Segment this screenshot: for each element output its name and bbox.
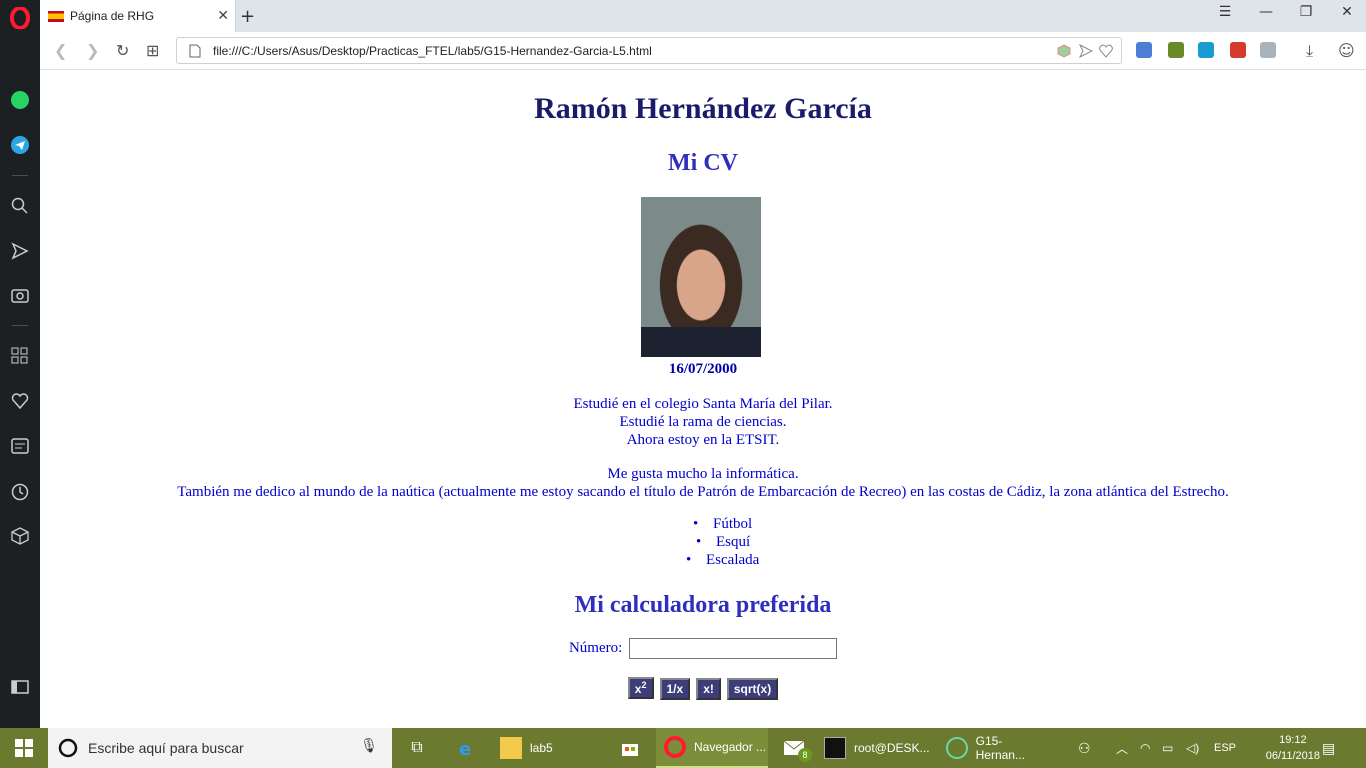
- sidebar-separator: [12, 325, 28, 326]
- notifications-icon[interactable]: ▤: [1322, 728, 1335, 768]
- cv-heading: Mi CV: [668, 150, 738, 176]
- tab-strip: Página de RHG ✕ + ☰ — ❐ ✕: [40, 0, 1366, 32]
- mail-badge: 8: [798, 748, 812, 762]
- url-text: file:///C:/Users/Asus/Desktop/Practicas_…: [213, 44, 652, 58]
- taskbar-search-box[interactable]: Escribe aquí para buscar 🎙: [48, 728, 392, 768]
- send-icon[interactable]: [8, 239, 32, 263]
- browser-tab[interactable]: Página de RHG ✕: [40, 0, 236, 32]
- translate-extension-icon[interactable]: [1136, 42, 1152, 58]
- calculator-buttons: x2 1/x x! sqrt(x): [40, 677, 1366, 700]
- system-clock[interactable]: 19:12 06/11/2018: [1266, 732, 1320, 764]
- svg-text:e: e: [459, 739, 471, 758]
- restore-icon[interactable]: ❐: [1291, 4, 1321, 20]
- factorial-button[interactable]: x!: [696, 678, 721, 700]
- camera-icon[interactable]: [8, 283, 32, 307]
- square-button[interactable]: x2: [627, 677, 654, 699]
- opera-sidebar: [0, 0, 40, 728]
- number-field-row: Número:: [40, 638, 1366, 659]
- store-icon[interactable]: [612, 728, 648, 768]
- start-button[interactable]: [0, 728, 48, 768]
- hobbies-list: Fútbol Esquí Escalada: [680, 516, 759, 570]
- news-icon[interactable]: [8, 434, 32, 458]
- address-toolbar: ❮ ❯ ↻ ⊞ file:///C:/Users/Asus/Desktop/Pr…: [40, 32, 1366, 70]
- heart-icon[interactable]: [8, 389, 32, 413]
- page-content: Ramón Hernández García Mi CV 16/07/2000 …: [40, 70, 1366, 728]
- bio-line: Estudié la rama de ciencias.: [619, 414, 787, 430]
- red-extension-icon[interactable]: [1230, 42, 1246, 58]
- number-input[interactable]: [629, 638, 838, 659]
- check-extension-icon[interactable]: [1198, 42, 1214, 58]
- number-label: Número:: [568, 639, 623, 656]
- search-placeholder: Escribe aquí para buscar: [88, 740, 244, 756]
- language-indicator[interactable]: ESP: [1214, 728, 1236, 768]
- terminal-icon: [824, 737, 846, 759]
- people-icon[interactable]: ⚇: [1078, 728, 1091, 768]
- account-icon[interactable]: ☺: [1338, 41, 1355, 60]
- task-view-icon[interactable]: ⧉: [402, 728, 432, 768]
- new-tab-icon[interactable]: +: [240, 6, 255, 27]
- tab-title: Página de RHG: [70, 9, 155, 23]
- send-page-icon[interactable]: [1079, 44, 1093, 58]
- speed-dial-icon[interactable]: [8, 344, 32, 368]
- mail-icon[interactable]: 8: [776, 728, 812, 768]
- page-title: Ramón Hernández García: [534, 92, 872, 125]
- folder-icon: [500, 737, 522, 759]
- cube-icon[interactable]: [1057, 44, 1071, 58]
- list-item: Fútbol: [693, 516, 766, 534]
- opera-icon: [664, 736, 686, 758]
- search-icon[interactable]: [8, 194, 32, 218]
- volume-icon[interactable]: ◁): [1186, 728, 1199, 768]
- opera-logo-icon[interactable]: [8, 6, 32, 30]
- wifi-icon[interactable]: ◠: [1140, 728, 1150, 768]
- close-window-icon[interactable]: ✕: [1332, 4, 1362, 20]
- taskbar-item-terminal[interactable]: root@DESK...: [816, 728, 934, 768]
- taskbar-item-opera[interactable]: Navegador ...: [656, 728, 768, 768]
- telegram-icon[interactable]: [8, 133, 32, 157]
- interest-line: También me dedico al mundo de la naútica…: [177, 484, 1229, 500]
- history-icon[interactable]: [8, 480, 32, 504]
- windows-icon: [15, 739, 33, 757]
- tabs-grid-icon[interactable]: ⊞: [146, 41, 159, 60]
- taskbar-item-atom[interactable]: G15-Hernan...: [938, 728, 1050, 768]
- interest-line: Me gusta mucho la informática.: [607, 466, 799, 482]
- windows-taskbar: Escribe aquí para buscar 🎙 ⧉ e lab5 Nave…: [0, 728, 1366, 768]
- chevron-up-icon[interactable]: ︿: [1116, 728, 1128, 768]
- forward-icon[interactable]: ❯: [86, 41, 99, 60]
- bee-extension-icon[interactable]: [1168, 42, 1184, 58]
- back-icon[interactable]: ❮: [54, 41, 67, 60]
- page-icon: [189, 44, 201, 58]
- battery-icon[interactable]: ▭: [1162, 728, 1173, 768]
- edge-icon[interactable]: e: [448, 728, 484, 768]
- whatsapp-icon[interactable]: [8, 88, 32, 112]
- sidebar-toggle-icon[interactable]: [8, 675, 32, 699]
- reload-icon[interactable]: ↻: [116, 41, 129, 60]
- sqrt-button[interactable]: sqrt(x): [726, 678, 779, 700]
- bio-line: Estudié en el colegio Santa María del Pi…: [573, 396, 833, 412]
- taskbar-item-lab5[interactable]: lab5: [492, 728, 602, 768]
- sidebar-separator: [12, 175, 28, 176]
- vpn-extension-icon[interactable]: [1260, 42, 1276, 58]
- download-icon[interactable]: ⤓: [1306, 41, 1313, 61]
- cortana-icon: [58, 738, 78, 758]
- list-item: Escalada: [686, 552, 759, 570]
- inverse-button[interactable]: 1/x: [659, 678, 691, 700]
- spain-flag-icon: [48, 10, 64, 22]
- atom-icon: [946, 737, 968, 759]
- address-bar[interactable]: file:///C:/Users/Asus/Desktop/Practicas_…: [176, 37, 1122, 64]
- bio-line: Ahora estoy en la ETSIT.: [626, 432, 780, 448]
- tab-menu-icon[interactable]: ☰: [1210, 4, 1240, 20]
- close-tab-icon[interactable]: ✕: [217, 8, 229, 24]
- extensions-cube-icon[interactable]: [8, 524, 32, 548]
- microphone-icon[interactable]: 🎙: [360, 738, 378, 754]
- profile-photo: [641, 197, 761, 357]
- bookmark-heart-icon[interactable]: [1099, 44, 1113, 58]
- minimize-icon[interactable]: —: [1251, 4, 1281, 20]
- list-item: Esquí: [696, 534, 769, 552]
- birthdate: 16/07/2000: [668, 361, 738, 377]
- calculator-heading: Mi calculadora preferida: [574, 592, 832, 618]
